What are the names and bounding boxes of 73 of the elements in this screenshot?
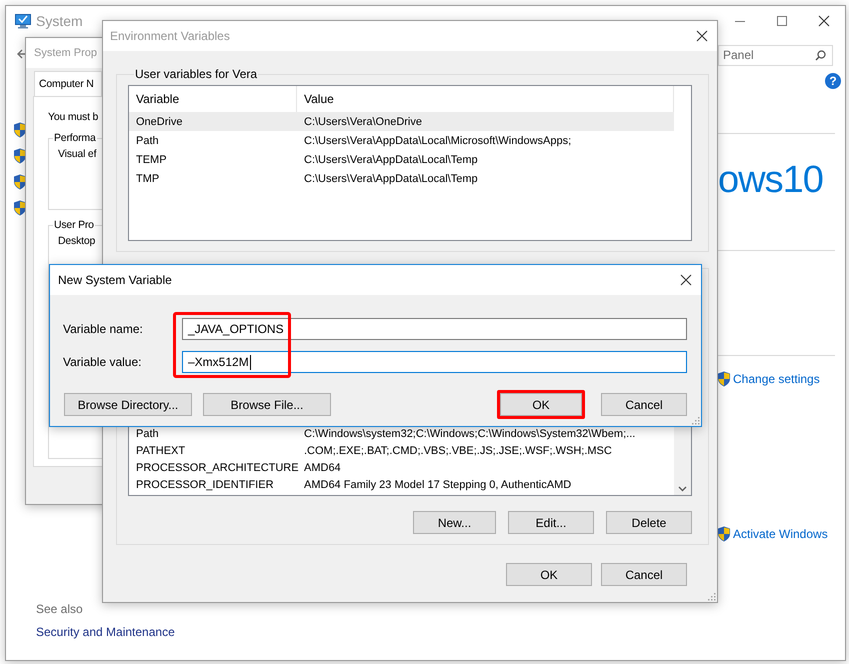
table-cell-text: OneDrive: [135, 116, 184, 128]
variable-row[interactable]: OneDrive C:\Users\Vera\OneDrive: [129, 112, 674, 131]
dialog-button[interactable]: Delete: [606, 511, 692, 534]
variable-row[interactable]: Path C:\Users\Vera\AppData\Local\Microsoft\WindowsApps;: [129, 131, 674, 150]
shield-icon: [717, 526, 731, 542]
dialog-button[interactable]: OK: [506, 563, 592, 586]
tab[interactable]: Computer N: [34, 71, 102, 96]
table-cell-text: C:\Windows\system32;C:\Windows;C:\Windows\System32\Wbem;...: [303, 428, 636, 440]
dialog-button[interactable]: Cancel: [601, 393, 687, 416]
shield-icon: [13, 148, 27, 164]
close-icon: [818, 15, 830, 27]
table-cell-text: .COM;.EXE;.BAT;.CMD;.VBS;.VBE;.JS;.JSE;.WSF;.WSH;.MSC: [303, 444, 613, 456]
variable-row[interactable]: PROCESSOR_IDENTIFIER AMD64 Family 23 Model 17 Stepping 0, AuthenticAMD: [129, 476, 674, 493]
monitor-icon: [15, 14, 31, 28]
dialog-button[interactable]: Cancel: [601, 563, 687, 586]
section-heading: See also: [36, 602, 84, 616]
shield-icon: [13, 174, 27, 190]
table-cell-text: Path: [135, 134, 160, 146]
table-cell-text: PROCESSOR_IDENTIFIER: [135, 478, 275, 490]
help-button[interactable]: ?: [825, 73, 841, 89]
maximize-icon: [777, 16, 787, 26]
table-cell-text: PROCESSOR_ARCHITECTURE: [135, 462, 297, 474]
shield-icon: [717, 371, 731, 387]
resize-grip-icon[interactable]: [690, 415, 700, 425]
variable-row[interactable]: PROCESSOR_ARCHITECTURE AMD64: [129, 459, 674, 476]
variable-row[interactable]: PATHEXT .COM;.EXE;.BAT;.CMD;.VBS;.VBE;.JS;.JSE;.WSF;.WSH;.MSC: [129, 442, 674, 459]
group-title: User Pro: [53, 219, 95, 231]
table-cell-text: AMD64: [303, 462, 342, 474]
settings-link[interactable]: Activate Windows: [733, 527, 828, 541]
table-cell-text: C:\Users\Vera\OneDrive: [303, 116, 423, 128]
shield-icon: [13, 200, 27, 216]
shield-icon: [13, 122, 27, 138]
group-text: Visual ef: [58, 148, 96, 160]
dialog-button[interactable]: Edit...: [508, 511, 594, 534]
table-cell-text: Path: [135, 428, 160, 440]
minimize-icon: [735, 20, 745, 22]
close-icon: [696, 30, 708, 42]
variable-row[interactable]: TEMP C:\Users\Vera\AppData\Local\Temp: [129, 150, 674, 169]
table-cell-text: TMP: [135, 172, 160, 184]
window-title: System: [36, 13, 83, 29]
window-title: Environment Variables: [110, 29, 230, 43]
table-cell-text: C:\Users\Vera\AppData\Local\Temp: [303, 154, 479, 166]
browse-button[interactable]: Browse File...: [203, 393, 331, 416]
window-title: System Prop: [34, 47, 97, 59]
settings-link[interactable]: Change settings: [733, 372, 820, 386]
table-cell-text: TEMP: [135, 154, 168, 166]
dialog-button[interactable]: New...: [413, 511, 496, 534]
field-label: Variable value:: [63, 355, 142, 369]
field-label: Variable name:: [63, 322, 144, 336]
chevron-down-icon: [678, 486, 687, 492]
input-field[interactable]: –Xmx512M: [182, 351, 687, 373]
browse-button[interactable]: Browse Directory...: [64, 393, 192, 416]
table-cell-text: C:\Users\Vera\AppData\Local\Temp: [303, 172, 479, 184]
notice-text: You must b: [48, 111, 98, 123]
dialog-button[interactable]: OK: [500, 393, 582, 416]
see-also-link[interactable]: Security and Maintenance: [36, 625, 845, 639]
input-field[interactable]: _JAVA_OPTIONS: [182, 318, 687, 340]
table-cell-text: C:\Users\Vera\AppData\Local\Microsoft\WindowsApps;: [303, 134, 572, 146]
group-text: Desktop: [58, 235, 96, 247]
dialog-title: New System Variable: [58, 273, 172, 287]
text-cursor: [250, 354, 251, 370]
search-icon: [815, 50, 826, 60]
close-icon: [680, 274, 692, 286]
table-cell-text: PATHEXT: [135, 444, 186, 456]
resize-grip-icon[interactable]: [706, 591, 716, 601]
group-title: Performa: [53, 132, 97, 144]
variable-row[interactable]: TMP C:\Users\Vera\AppData\Local\Temp: [129, 169, 674, 188]
back-arrow-icon[interactable]: [17, 48, 27, 58]
brand-text: ows10: [717, 158, 824, 202]
variable-row[interactable]: Path C:\Windows\system32;C:\Windows;C:\Windows\System32\Wbem;...: [129, 425, 674, 442]
table-cell-text: AMD64 Family 23 Model 17 Stepping 0, AuthenticAMD: [303, 478, 572, 490]
search-field[interactable]: Panel: [718, 44, 833, 66]
group-title: User variables for Vera: [134, 67, 258, 81]
